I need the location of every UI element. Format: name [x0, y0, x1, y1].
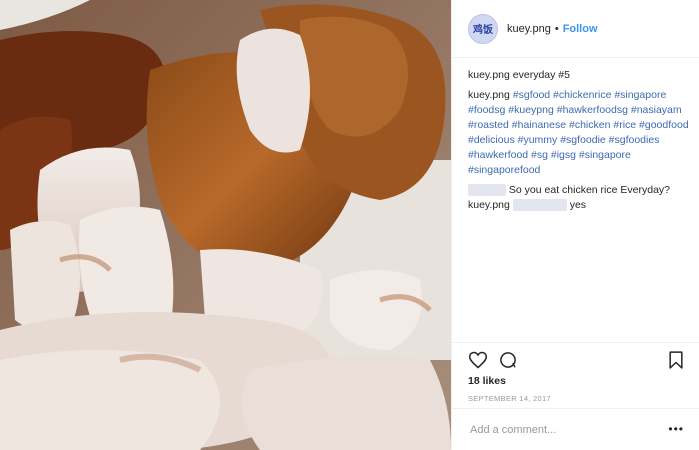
chicken-rice-image [0, 0, 451, 450]
add-comment-bar: ••• [452, 408, 699, 450]
heart-icon[interactable] [468, 350, 488, 370]
add-comment-input[interactable] [468, 421, 662, 439]
caption-username-2[interactable]: kuey.png [468, 89, 510, 101]
action-icons [468, 350, 686, 372]
comment-row: kuey.png yes [468, 198, 690, 213]
actions-divider [452, 342, 699, 344]
comment-text: So you eat chicken rice Everyday? [508, 184, 671, 196]
avatar-text: 鸡饭 [473, 25, 493, 36]
instagram-post: 鸡饭 kuey.png • Follow kuey.png everyday #… [0, 0, 699, 450]
caption-title: everyday #5 [512, 69, 570, 81]
post-sidebar: 鸡饭 kuey.png • Follow kuey.png everyday #… [451, 0, 699, 450]
comment-text: yes [569, 199, 587, 211]
caption-hashtags[interactable]: #sgfood #chickenrice #singapore #foodsg … [468, 89, 689, 176]
post-header: 鸡饭 kuey.png • Follow [452, 0, 699, 58]
bookmark-icon[interactable] [666, 350, 686, 370]
avatar[interactable]: 鸡饭 [468, 13, 498, 44]
post-date: SEPTEMBER 14, 2017 [468, 394, 551, 403]
comments-section: kuey.png everyday #5 kuey.png #sgfood #c… [468, 68, 690, 213]
likes-count[interactable]: 18 likes [468, 375, 506, 387]
comment-icon[interactable] [498, 350, 518, 370]
caption-title-line: kuey.png everyday #5 [468, 68, 690, 83]
username-link[interactable]: kuey.png [507, 23, 551, 35]
comment-row: So you eat chicken rice Everyday? [468, 183, 690, 198]
redacted-username [468, 184, 506, 197]
follow-button[interactable]: Follow [563, 23, 598, 35]
separator-dot: • [554, 22, 559, 35]
redacted-mention [512, 199, 567, 212]
caption-username[interactable]: kuey.png [468, 69, 510, 81]
more-options-icon[interactable]: ••• [668, 422, 684, 436]
caption-tags-line: kuey.png #sgfood #chickenrice #singapore… [468, 88, 690, 178]
post-photo[interactable] [0, 0, 451, 450]
comment-username[interactable]: kuey.png [468, 199, 510, 211]
